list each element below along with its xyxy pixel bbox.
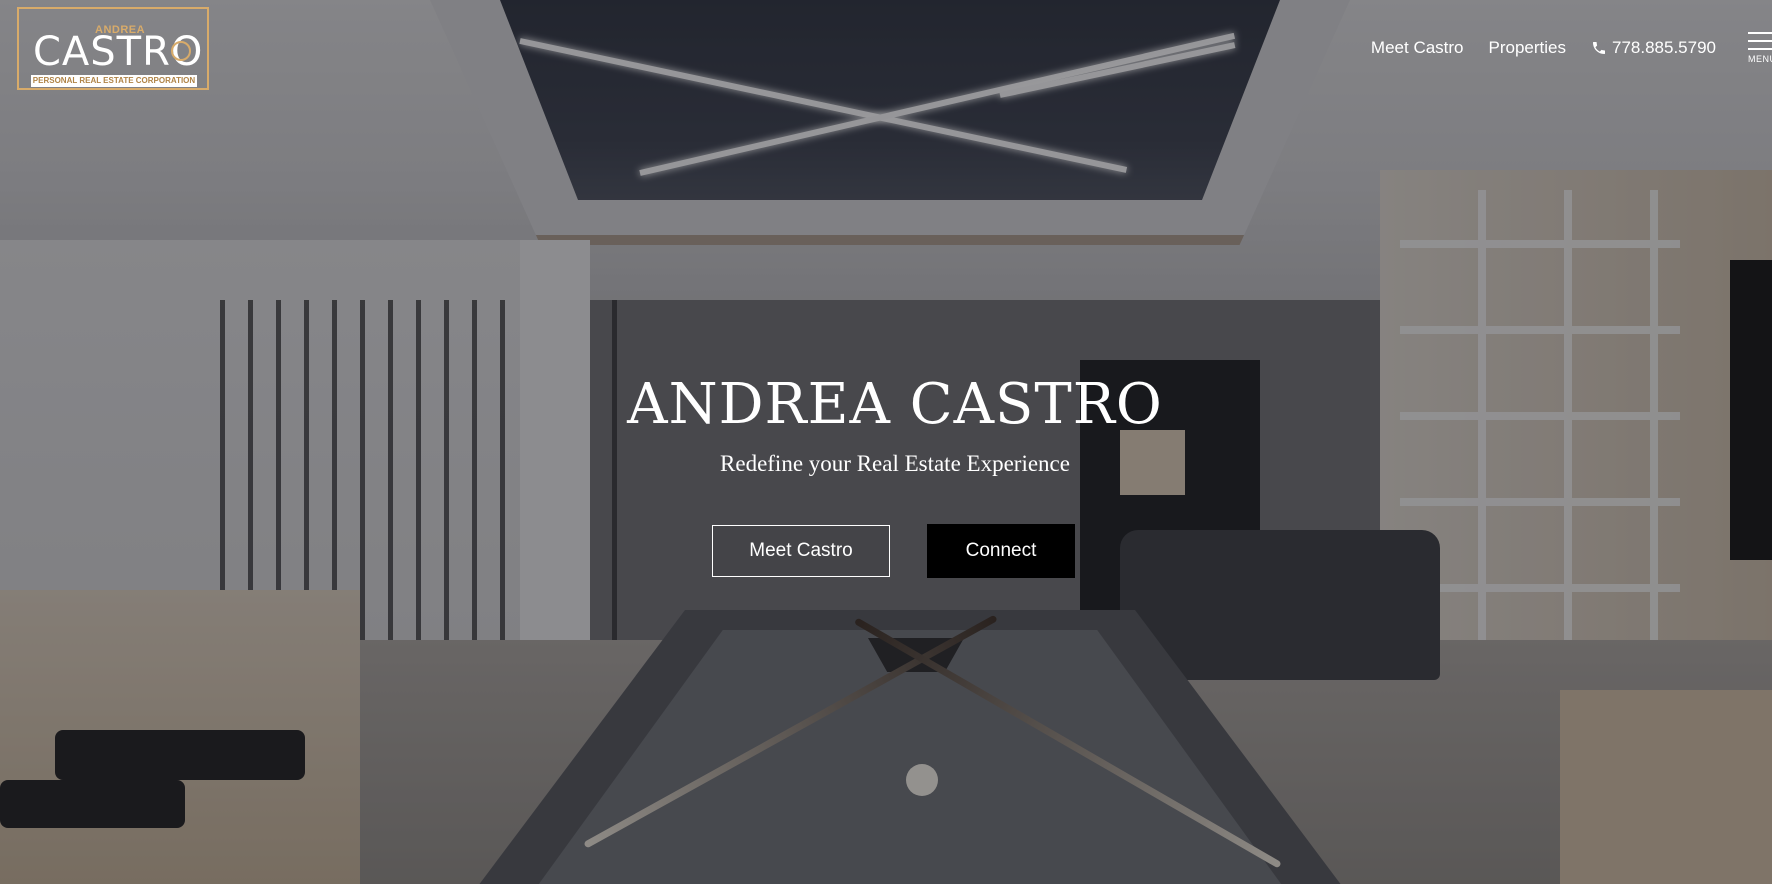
hero-section: ANDREA CASTRO PERSONAL REAL ESTATE CORPO… bbox=[0, 0, 1772, 884]
connect-button[interactable]: Connect bbox=[927, 524, 1075, 578]
hero-title: ANDREA CASTRO bbox=[627, 372, 1163, 437]
logo-arrow-icon bbox=[171, 41, 191, 61]
nav-link-meet-castro[interactable]: Meet Castro bbox=[1371, 38, 1464, 58]
hamburger-menu-icon bbox=[1748, 32, 1772, 34]
hero-subtitle: Redefine your Real Estate Experience bbox=[720, 451, 1070, 476]
meet-castro-button[interactable]: Meet Castro bbox=[712, 525, 890, 577]
phone-number: 778.885.5790 bbox=[1612, 38, 1716, 57]
site-logo[interactable]: ANDREA CASTRO PERSONAL REAL ESTATE CORPO… bbox=[17, 7, 209, 90]
logo-tagline: PERSONAL REAL ESTATE CORPORATION bbox=[31, 75, 197, 87]
hamburger-menu-icon bbox=[1748, 40, 1772, 42]
menu-label: MENU bbox=[1748, 54, 1772, 64]
phone-icon bbox=[1593, 42, 1605, 54]
top-navigation: Meet Castro Properties 778.885.5790 MENU bbox=[1371, 0, 1772, 96]
hamburger-menu-button[interactable]: MENU bbox=[1748, 28, 1772, 68]
hero-content: ANDREA CASTRO Redefine your Real Estate … bbox=[0, 0, 1772, 884]
hamburger-menu-icon bbox=[1748, 48, 1772, 50]
nav-link-properties[interactable]: Properties bbox=[1489, 38, 1566, 58]
nav-phone-link[interactable]: 778.885.5790 bbox=[1591, 38, 1716, 58]
